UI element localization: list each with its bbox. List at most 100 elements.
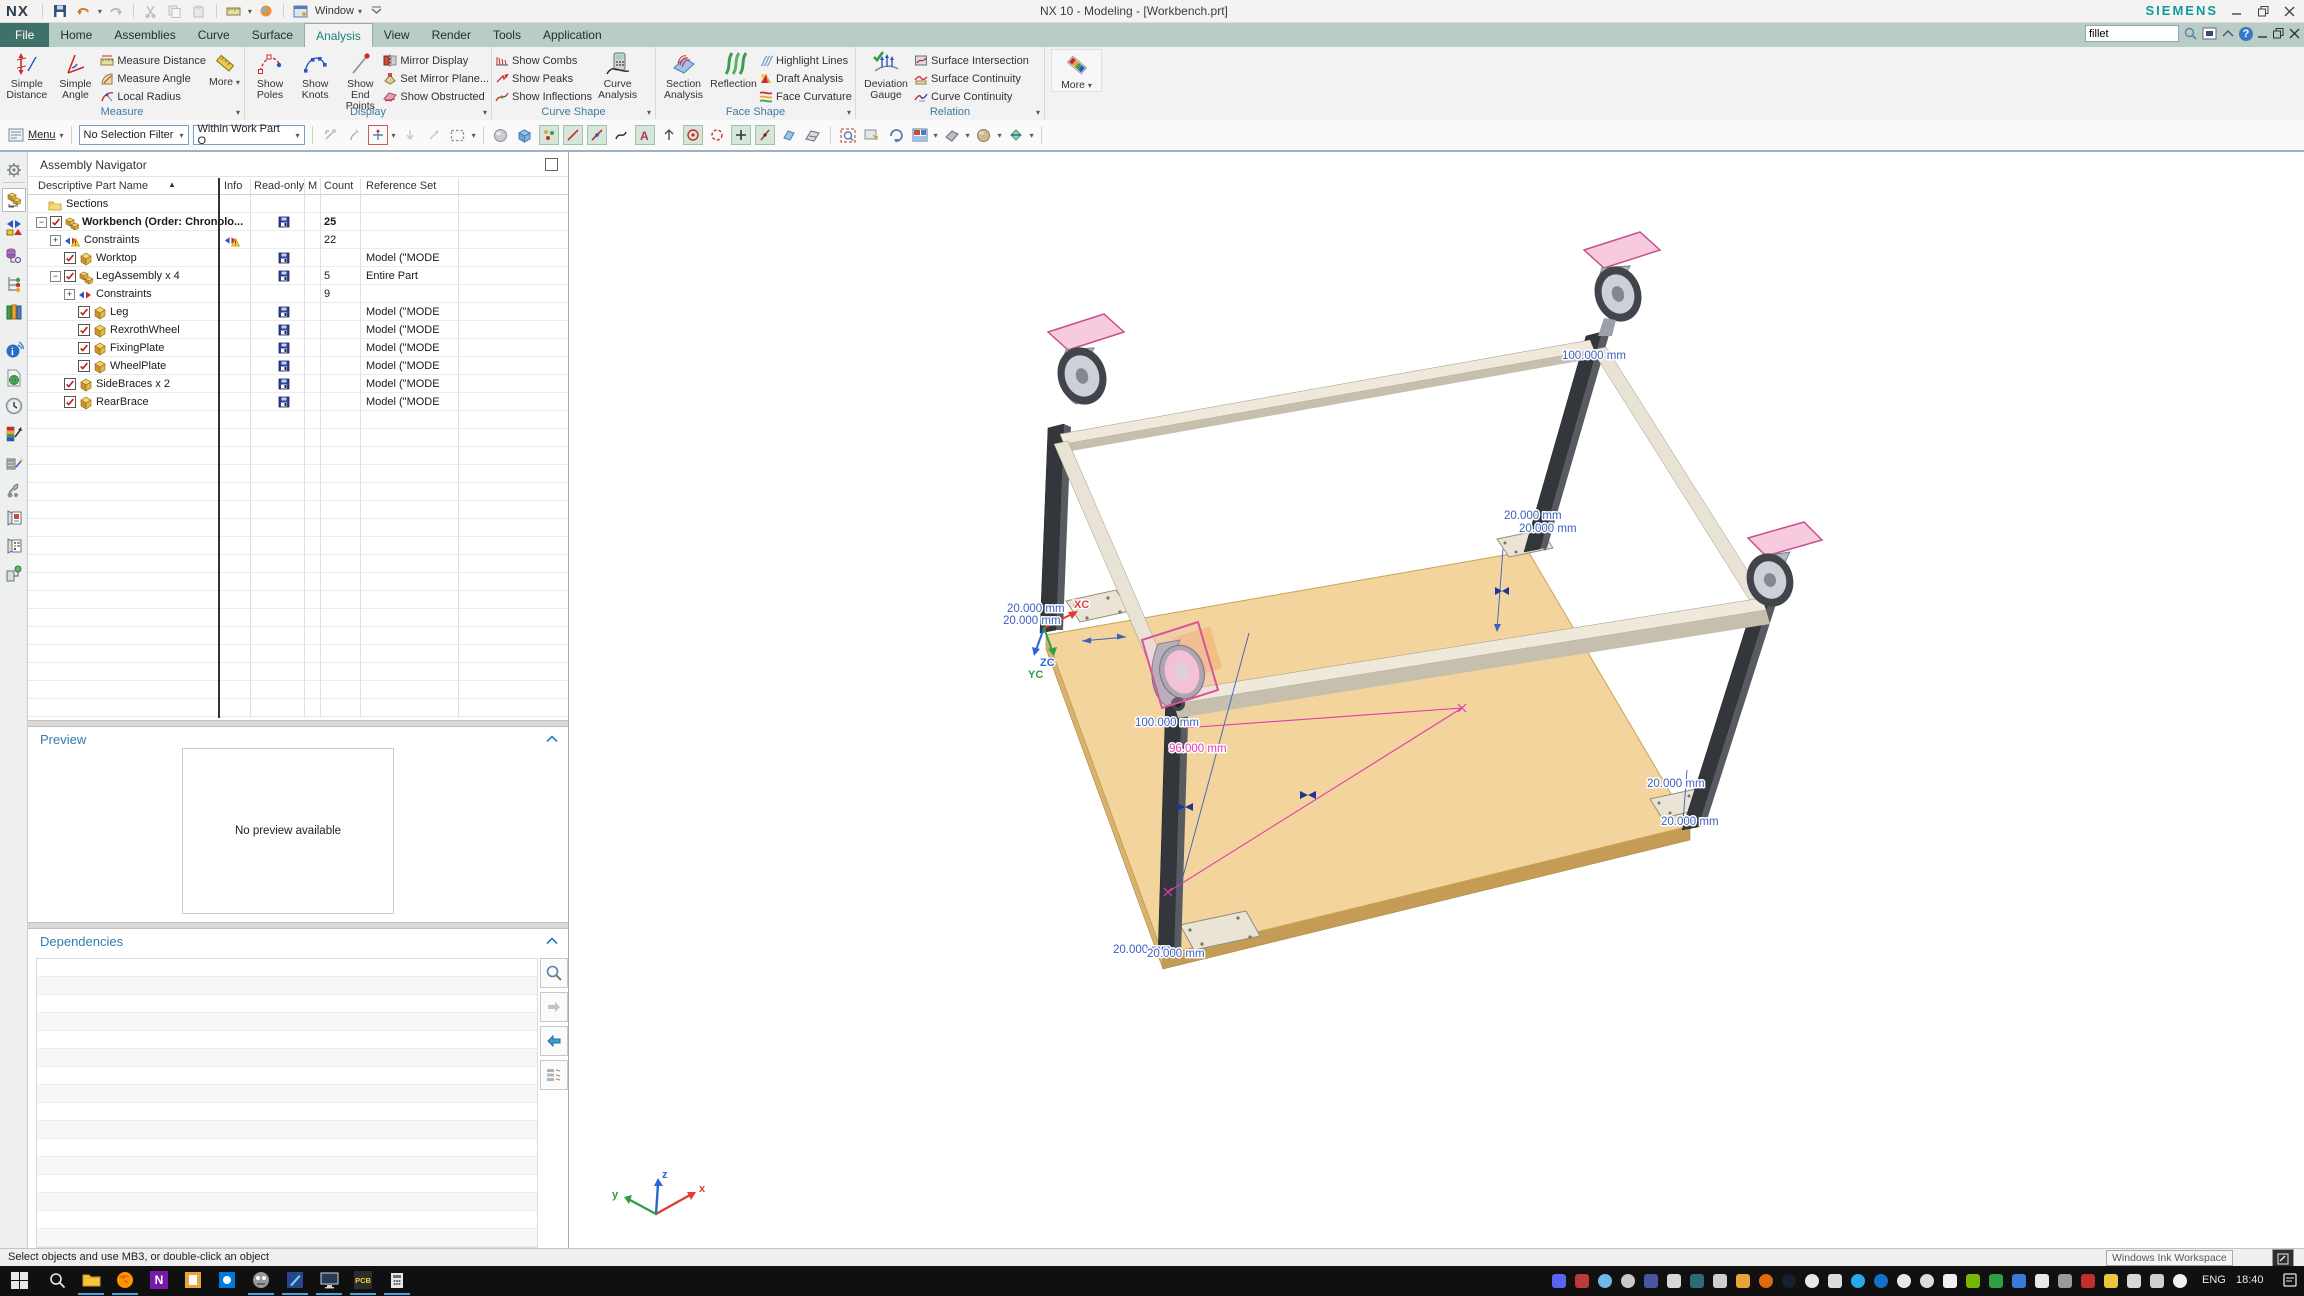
- redo-button[interactable]: [106, 2, 126, 20]
- tray-display2-icon[interactable]: [2127, 1274, 2141, 1288]
- menu-button[interactable]: Menu: [28, 129, 56, 141]
- dependencies-list-mode-button[interactable]: [540, 1060, 568, 1090]
- snap-intersection-toggle[interactable]: [731, 125, 751, 145]
- restore-window-button[interactable]: [2250, 2, 2276, 20]
- start-button[interactable]: [6, 1269, 32, 1291]
- surface-intersection-button[interactable]: Surface Intersection: [914, 53, 1029, 68]
- window-layers-tab[interactable]: [2, 534, 26, 558]
- tree-row-leg[interactable]: Leg Model ("MODE: [28, 303, 568, 321]
- move-object-icon[interactable]: [424, 125, 444, 145]
- tab-assemblies[interactable]: Assemblies: [103, 23, 186, 47]
- show-knots-button[interactable]: Show Knots: [293, 49, 337, 101]
- caster-back-left[interactable]: [1048, 314, 1124, 411]
- face-curvature-button[interactable]: Face Curvature: [759, 89, 852, 104]
- process-studio-tab[interactable]: [2, 422, 26, 446]
- sort-ascending-icon[interactable]: ▲: [168, 180, 176, 189]
- column-count[interactable]: Count: [324, 180, 353, 192]
- snap-spline-toggle[interactable]: [611, 125, 631, 145]
- show-inflections-button[interactable]: Show Inflections: [495, 89, 592, 104]
- clock[interactable]: 18:40: [2236, 1274, 2264, 1286]
- panel-undock-button[interactable]: [545, 158, 558, 171]
- curve-continuity-button[interactable]: Curve Continuity: [914, 89, 1029, 104]
- preview-section-header[interactable]: Preview: [40, 732, 86, 747]
- web-browser-tab[interactable]: [2, 366, 26, 390]
- part-navigator-tab[interactable]: [2, 244, 26, 268]
- tray-key-icon[interactable]: [1736, 1274, 1750, 1288]
- cut-button[interactable]: [141, 2, 161, 20]
- drag-ghost-icon[interactable]: [400, 125, 420, 145]
- tree-row-sidebraces[interactable]: SideBraces x 2 Model ("MODE: [28, 375, 568, 393]
- group-dialog-caret-icon[interactable]: ▾: [1036, 108, 1040, 117]
- calculator-icon[interactable]: [384, 1269, 410, 1291]
- tree-row-fixingplate[interactable]: FixingPlate Model ("MODE: [28, 339, 568, 357]
- show-obstructed-button[interactable]: Show Obstructed: [383, 89, 489, 104]
- tree-row-legassembly[interactable]: − LegAssembly x 4 5 Entire Part: [28, 267, 568, 285]
- group-dialog-caret-icon[interactable]: ▾: [647, 108, 651, 117]
- tray-edge-icon[interactable]: [1598, 1274, 1612, 1288]
- collapse-icon[interactable]: −: [36, 217, 47, 228]
- minimize-ribbon-icon[interactable]: [366, 2, 386, 20]
- tab-view[interactable]: View: [373, 23, 421, 47]
- dependencies-collapse-icon[interactable]: [546, 937, 558, 945]
- checkbox-checked[interactable]: [78, 360, 90, 372]
- group-dialog-caret-icon[interactable]: ▾: [847, 108, 851, 117]
- notification-center-button[interactable]: [2278, 1269, 2304, 1291]
- tray-nvidia-icon[interactable]: [1966, 1274, 1980, 1288]
- checkbox-checked[interactable]: [64, 252, 76, 264]
- fit-view-button[interactable]: [838, 125, 858, 145]
- close-window-button[interactable]: [2276, 2, 2302, 20]
- highlight-lines-button[interactable]: Highlight Lines: [759, 53, 852, 68]
- snap-arc-center-toggle[interactable]: [683, 125, 703, 145]
- measure-distance-button[interactable]: Measure Distance: [100, 53, 206, 68]
- pcb-tool-icon[interactable]: PCB: [350, 1269, 376, 1291]
- tray-steam-icon[interactable]: [1782, 1274, 1796, 1288]
- tab-file[interactable]: File: [0, 23, 49, 47]
- show-end-points-button[interactable]: Show End Points: [338, 49, 382, 112]
- measure-angle-button[interactable]: Measure Angle: [100, 71, 206, 86]
- snap-endpoint-toggle[interactable]: [563, 125, 583, 145]
- tray-mail-icon[interactable]: [1667, 1274, 1681, 1288]
- minimize-document-icon[interactable]: [2258, 29, 2268, 39]
- tree-row-worktop[interactable]: Worktop Model ("MODE: [28, 249, 568, 267]
- file-explorer-icon[interactable]: [78, 1269, 104, 1291]
- window-dropdown-caret-icon[interactable]: ▾: [358, 7, 362, 16]
- tab-home[interactable]: Home: [49, 23, 103, 47]
- snap-caret-icon[interactable]: ▾: [392, 131, 396, 140]
- product-outline-tab[interactable]: [2, 272, 26, 296]
- curve-analysis-button[interactable]: Curve Analysis: [593, 49, 642, 101]
- tray-tablet-icon[interactable]: [2150, 1274, 2164, 1288]
- ribbon-more-button[interactable]: More ▾: [1051, 49, 1102, 92]
- undo-dropdown-caret-icon[interactable]: ▾: [98, 7, 102, 16]
- select-caret-icon[interactable]: ▾: [472, 131, 476, 140]
- hd3d-tools-tab[interactable]: i: [2, 338, 26, 362]
- tray-gforce-icon[interactable]: [1805, 1274, 1819, 1288]
- constraint-navigator-tab[interactable]: [2, 216, 26, 240]
- tray-discord-icon[interactable]: [1552, 1274, 1566, 1288]
- tray-teams-icon[interactable]: [1644, 1274, 1658, 1288]
- tray-dropbox-icon[interactable]: [1943, 1274, 1957, 1288]
- menu-caret-icon[interactable]: ▾: [60, 131, 64, 140]
- set-mirror-plane-button[interactable]: Set Mirror Plane...: [383, 71, 489, 86]
- taskbar-search-button[interactable]: [44, 1269, 70, 1291]
- window-gallery-tab[interactable]: [2, 506, 26, 530]
- background-sphere-button[interactable]: [974, 125, 994, 145]
- surface-continuity-button[interactable]: Surface Continuity: [914, 71, 1029, 86]
- tab-tools[interactable]: Tools: [482, 23, 532, 47]
- panel-splitter[interactable]: [28, 720, 568, 727]
- snap-auto-toggle[interactable]: A: [635, 125, 655, 145]
- worktop-face[interactable]: [1046, 551, 1690, 955]
- render-style-button[interactable]: [942, 125, 962, 145]
- paste-button[interactable]: [189, 2, 209, 20]
- clip-section-button[interactable]: [1006, 125, 1026, 145]
- select-handles-icon[interactable]: [344, 125, 364, 145]
- machining-planner-tab[interactable]: [2, 478, 26, 502]
- tray-cpu-icon[interactable]: [1690, 1274, 1704, 1288]
- command-search-input[interactable]: [2085, 25, 2179, 42]
- tray-onedrive-icon[interactable]: [1874, 1274, 1888, 1288]
- minimize-window-button[interactable]: [2224, 2, 2250, 20]
- tree-row-wheelplate[interactable]: WheelPlate Model ("MODE: [28, 357, 568, 375]
- copy-button[interactable]: [165, 2, 185, 20]
- snap-perpendicular-toggle[interactable]: [659, 125, 679, 145]
- checkbox-checked[interactable]: [64, 378, 76, 390]
- graphics-viewport[interactable]: XC ZC YC 100.000 mm 20.000 mm 20.000 mm …: [569, 152, 2304, 1248]
